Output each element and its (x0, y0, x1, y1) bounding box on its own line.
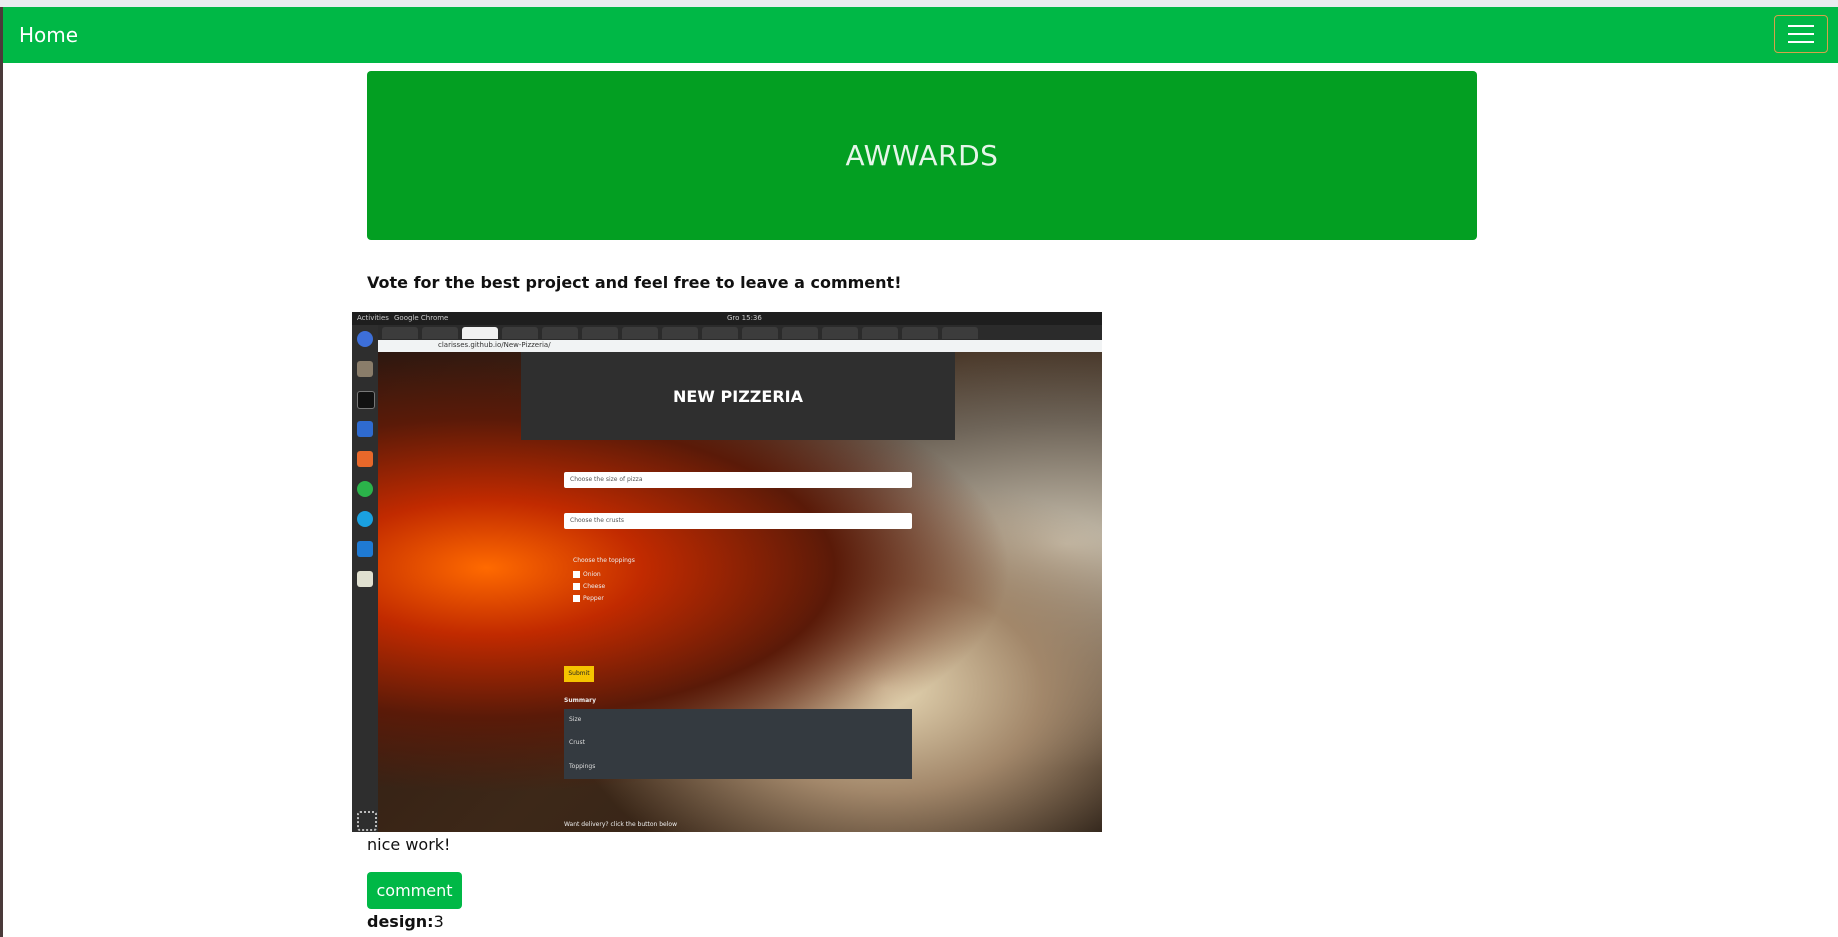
browser-tab (542, 327, 578, 339)
topping-label: Onion (583, 571, 601, 578)
browser-address-bar: clarisses.github.io/New-Pizzeria/ (378, 340, 1102, 352)
topping-label: Cheese (583, 583, 606, 590)
skype-icon (357, 511, 373, 527)
design-label: design: (367, 912, 434, 931)
os-app-label: Google Chrome (394, 314, 449, 322)
browser-tab (942, 327, 978, 339)
comment-button[interactable]: comment (367, 872, 462, 909)
text-editor-icon (357, 571, 373, 587)
pizzeria-header: NEW PIZZERIA (521, 352, 955, 440)
browser-tab (622, 327, 658, 339)
toppings-label: Choose the toppings (573, 557, 635, 564)
topping-label: Pepper (583, 595, 604, 602)
summary-table: Size Crust Toppings (564, 709, 912, 779)
os-activities-label: Activities (357, 314, 389, 322)
intro-text: Vote for the best project and feel free … (367, 273, 902, 292)
document-icon (357, 421, 373, 437)
browser-tab (862, 327, 898, 339)
comment-text: nice work! (367, 835, 451, 854)
browser-tab (582, 327, 618, 339)
os-dock (352, 325, 378, 832)
app-grid-icon (357, 811, 377, 831)
design-rating: design:3 (367, 912, 444, 931)
browser-tab (502, 327, 538, 339)
browser-tab (422, 327, 458, 339)
software-icon (357, 451, 373, 467)
topping-checkbox (573, 571, 580, 578)
project-screenshot[interactable]: Activities Google Chrome Gro 15:36 clari… (352, 312, 1102, 832)
hamburger-icon-bar (1788, 25, 1814, 27)
os-top-bar: Activities Google Chrome Gro 15:36 (352, 312, 1102, 325)
menu-toggle-button[interactable] (1774, 15, 1828, 53)
window-left-edge (0, 0, 3, 937)
jumbotron: AWWARDS (367, 71, 1477, 240)
terminal-icon (357, 391, 375, 409)
browser-tab (382, 327, 418, 339)
help-icon (357, 331, 373, 347)
chrome-icon (357, 481, 373, 497)
hamburger-icon-bar (1788, 41, 1814, 43)
browser-tab-active (462, 327, 498, 339)
topping-checkbox (573, 583, 580, 590)
crust-select: Choose the crusts (564, 513, 912, 529)
summary-row: Size (569, 716, 582, 723)
browser-tab (702, 327, 738, 339)
vscode-icon (357, 541, 373, 557)
browser-tab (782, 327, 818, 339)
navbar: Home (3, 7, 1838, 63)
browser-tab (822, 327, 858, 339)
pizzeria-title: NEW PIZZERIA (672, 386, 803, 406)
delivery-text: Want delivery? click the button below (564, 821, 677, 828)
pizzeria-page: NEW PIZZERIA Choose the size of pizza Ch… (378, 352, 1102, 832)
browser-tabs (378, 325, 1102, 340)
browser-tab (662, 327, 698, 339)
summary-row: Crust (569, 739, 585, 746)
summary-title: Summary (564, 697, 597, 704)
browser-tab (902, 327, 938, 339)
browser-tab (742, 327, 778, 339)
os-clock: Gro 15:36 (727, 314, 762, 322)
size-select: Choose the size of pizza (564, 472, 912, 488)
browser-url: clarisses.github.io/New-Pizzeria/ (438, 341, 551, 349)
summary-row: Toppings (569, 763, 596, 770)
topping-checkbox (573, 595, 580, 602)
site-title: AWWARDS (845, 139, 999, 172)
top-strip (0, 0, 1838, 7)
hamburger-icon-bar (1788, 33, 1814, 35)
pizza-submit-button: Submit (564, 666, 594, 682)
home-link[interactable]: Home (19, 23, 78, 47)
files-icon (357, 361, 373, 377)
design-score: 3 (433, 912, 444, 931)
